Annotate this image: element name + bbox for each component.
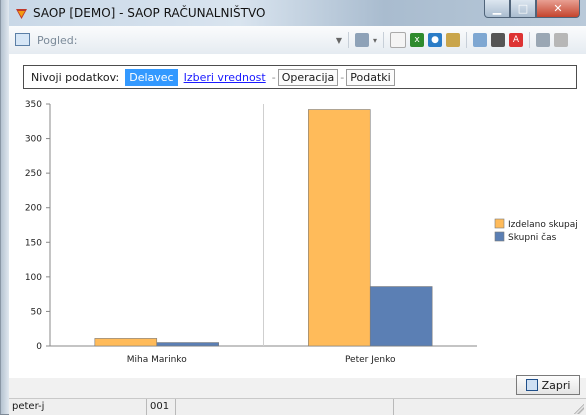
window-title: SAOP [DEMO] - SAOP RAČUNALNIŠTVO [33,6,266,20]
bar-skupni-cas [369,286,433,347]
y-tick-label: 100 [25,273,42,283]
legend-label: Skupni čas [508,232,557,243]
print-icon[interactable] [491,33,505,47]
close-button[interactable]: Zapri [516,375,580,395]
app-logo-icon [16,9,27,19]
y-tick-label: 300 [25,135,42,145]
minimize-button[interactable]: ▁ [484,0,510,18]
resize-grip-icon[interactable] [574,404,584,414]
bottom-bar: Zapri [9,375,586,398]
window-edge [1,0,9,414]
tools-icon[interactable] [554,33,568,47]
view-icon [15,33,30,46]
toolbar: Pogled: ▼ ▾ x ● A [9,26,586,55]
bar-izdelano-skupaj [94,338,158,347]
view-label: Pogled: [37,34,78,47]
y-tick-label: 50 [31,307,43,317]
legend-swatch [494,231,505,242]
chart-icon[interactable] [446,33,460,47]
bar-skupni-cas [156,342,219,347]
refresh-icon[interactable]: ● [428,33,442,47]
maximize-button[interactable]: □ [510,0,536,18]
print-preview-icon[interactable] [473,33,487,47]
legend-label: Izdelano skupaj [508,220,578,230]
y-tick-label: 250 [25,169,42,179]
main-content: Nivoji podatkov: Delavec Izberi vrednost… [9,54,586,378]
excel-export-icon[interactable]: x [410,33,424,47]
y-tick-label: 150 [25,238,42,248]
title-bar[interactable]: SAOP [DEMO] - SAOP RAČUNALNIŠTVO ▁ □ ✕ [9,0,586,26]
view-dropdown-arrow-icon[interactable]: ▼ [336,36,342,45]
close-button-label: Zapri [541,378,571,392]
status-empty-1 [176,399,394,415]
y-tick-label: 350 [25,100,42,110]
y-tick-label: 0 [36,342,42,352]
save-icon[interactable] [354,33,369,47]
settings-icon[interactable] [536,33,550,47]
status-empty-2 [394,399,586,415]
pdf-export-icon[interactable]: A [509,33,523,47]
close-icon [525,379,538,391]
bar-chart: 0 50 100 150 200 250 300 350 Miha Marinko Peter J… [25,100,578,365]
close-window-button[interactable]: ✕ [536,0,580,18]
status-user: peter-j [9,399,147,415]
new-document-icon[interactable] [390,32,406,48]
x-tick-label: Peter Jenko [345,355,396,365]
status-code: 001 [147,399,176,415]
app-window: SAOP [DEMO] - SAOP RAČUNALNIŠTVO ▁ □ ✕ P… [0,0,586,415]
y-tick-label: 200 [25,204,42,214]
bar-izdelano-skupaj [308,109,371,347]
legend-swatch [494,218,505,229]
save-dropdown-icon[interactable]: ▾ [373,36,377,45]
x-tick-label: Miha Marinko [127,355,187,365]
status-bar: peter-j 001 [9,398,586,415]
